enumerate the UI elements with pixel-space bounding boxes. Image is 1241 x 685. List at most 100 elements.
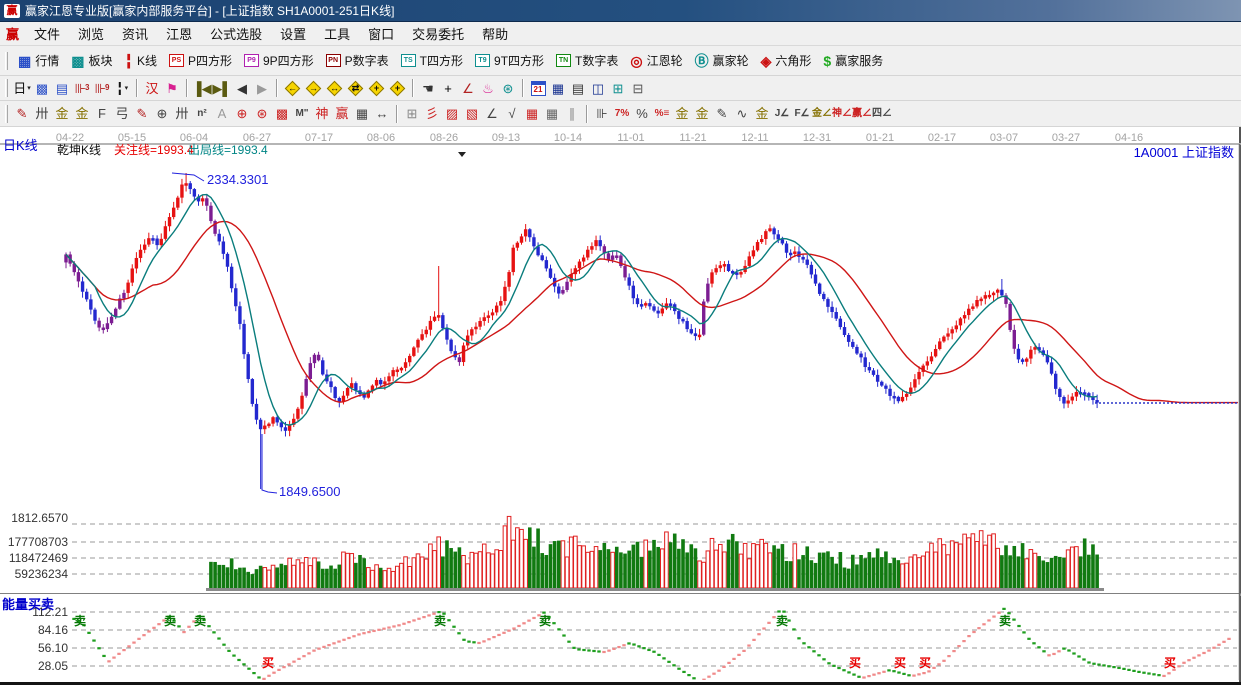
menu-window[interactable]: 窗口 bbox=[359, 22, 403, 45]
toolbar-t-square-button[interactable]: TS T四方形 bbox=[395, 49, 469, 73]
toolbar-compress-all-diamond-button[interactable]: + bbox=[388, 79, 407, 98]
toolbar-fib-f-lines-button[interactable]: F bbox=[92, 104, 112, 124]
toolbar-network-pc-button[interactable]: ⊞ bbox=[608, 78, 628, 98]
toolbar-red-cycle-button[interactable]: ⊕ bbox=[232, 104, 252, 124]
toolbar-circle-cycle-button[interactable]: ⊕ bbox=[152, 104, 172, 124]
toolbar-step-right-button[interactable]: ▶ bbox=[252, 78, 272, 98]
menu-gann[interactable]: 江恩 bbox=[157, 22, 201, 45]
toolbar-teal-web-button[interactable]: ⊛ bbox=[498, 78, 518, 98]
toolbar-quotes-button[interactable]: ▦ 行情 bbox=[12, 49, 65, 73]
toolbar-check-wave-button[interactable]: √ bbox=[502, 104, 522, 124]
toolbar-percent-button[interactable]: % bbox=[632, 104, 652, 124]
toolbar-spider-web-button[interactable]: ⊛ bbox=[252, 104, 272, 124]
toolbar-percent-lines-button[interactable]: %≡ bbox=[652, 104, 672, 124]
menu-formula-stock-pick[interactable]: 公式选股 bbox=[201, 22, 271, 45]
toolbar-hexagon-button[interactable]: ◈ 六角形 bbox=[755, 49, 818, 73]
toolbar-j-angle-button[interactable]: J∠ bbox=[772, 104, 792, 124]
toolbar-n-square-button[interactable]: n² bbox=[192, 104, 212, 124]
toolbar-step-left-button[interactable]: ◀ bbox=[232, 78, 252, 98]
toolbar-shen-tool-button[interactable]: 神 bbox=[312, 104, 332, 124]
menu-news[interactable]: 资讯 bbox=[113, 22, 157, 45]
toolbar-save-floppy-button[interactable]: ◫ bbox=[588, 78, 608, 98]
toolbar-box-select-button[interactable]: ⊞ bbox=[402, 104, 422, 124]
toolbar-calculator-button[interactable]: ▦ bbox=[548, 78, 568, 98]
toolbar-pan-hand-button[interactable]: ☚ bbox=[418, 78, 438, 98]
toolbar-sectors-button[interactable]: ▩ 板块 bbox=[65, 49, 118, 73]
toolbar-winner-service-button[interactable]: $ 赢家服务 bbox=[817, 49, 889, 73]
toolbar-p-number-table-button[interactable]: PN P数字表 bbox=[320, 49, 395, 73]
toolbar-gann-comb-button[interactable]: 卅 bbox=[32, 104, 52, 124]
toolbar-gold-underline-button[interactable]: 金 bbox=[692, 104, 712, 124]
step-left-icon: ◀ bbox=[237, 80, 247, 96]
toolbar-han-tool-button[interactable]: 汉 bbox=[142, 78, 162, 98]
toolbar-m-wave-button[interactable]: M" bbox=[292, 104, 312, 124]
toolbar-pen-tool-button[interactable]: ✎ bbox=[12, 104, 32, 124]
toolbar-fan-rays-button[interactable]: 彡 bbox=[422, 104, 442, 124]
toolbar-nine-line-chart-button[interactable]: ⊪ 9 bbox=[92, 78, 112, 98]
toolbar-p-square-button[interactable]: PS P四方形 bbox=[163, 49, 238, 73]
toolbar-gold-angle-button[interactable]: 金∠ bbox=[812, 104, 832, 124]
toolbar-parallel-lines-button[interactable]: ∥ bbox=[562, 104, 582, 124]
menu-browse[interactable]: 浏览 bbox=[69, 22, 113, 45]
toolbar-candle-edit-button[interactable]: ✎ bbox=[712, 104, 732, 124]
toolbar-kline-period-selector-button[interactable]: 日 ▾ bbox=[12, 78, 32, 98]
toolbar-comb-b-button[interactable]: 卅 bbox=[172, 104, 192, 124]
toolbar-wave-a-button[interactable]: ∿ bbox=[732, 104, 752, 124]
toolbar-crosshair-button[interactable]: + bbox=[438, 78, 458, 98]
toolbar-ying-tool-button[interactable]: 赢 bbox=[332, 104, 352, 124]
menu-tools[interactable]: 工具 bbox=[315, 22, 359, 45]
toolbar-winner-wheel-button[interactable]: Ⓑ 赢家轮 bbox=[689, 49, 755, 73]
toolbar-ying-angle-button[interactable]: 赢∠ bbox=[852, 104, 872, 124]
toolbar-gann-wheel-button[interactable]: ◎ 江恩轮 bbox=[624, 49, 688, 73]
toolbar-jump-last-button[interactable]: ▶▌ bbox=[212, 78, 232, 98]
winner-service-icon: $ bbox=[823, 52, 832, 69]
toolbar-compress-h-diamond-button[interactable]: ⇄ bbox=[346, 79, 365, 98]
toolbar-candle-style-selector-button[interactable]: ╏ ▾ bbox=[112, 78, 132, 98]
menu-settings[interactable]: 设置 bbox=[271, 22, 315, 45]
menu-file[interactable]: 文件 bbox=[25, 22, 69, 45]
toolbar-gold-line-b-button[interactable]: 金 bbox=[72, 104, 92, 124]
toolbar-jump-first-button[interactable]: ▐◀ bbox=[192, 78, 212, 98]
toolbar-three-line-chart-button[interactable]: ⊪ 3 bbox=[72, 78, 92, 98]
toolbar-brush-tool-button[interactable]: ✎ bbox=[132, 104, 152, 124]
toolbar-calendar-button[interactable]: 21 bbox=[528, 78, 548, 98]
toolbar-color-flag-button[interactable]: ⚑ bbox=[162, 78, 182, 98]
toolbar-gold-line-a-button[interactable]: 金 bbox=[52, 104, 72, 124]
toolbar-shen-angle-button[interactable]: 神∠ bbox=[832, 104, 852, 124]
toolbar-width-measure-button[interactable]: ↔ bbox=[372, 104, 392, 124]
toolbar-zoom-right-diamond-button[interactable]: → bbox=[304, 79, 323, 98]
toolbar-report-notes-button[interactable]: ▤ bbox=[568, 78, 588, 98]
toolbar-expand-h-diamond-button[interactable]: ↔ bbox=[325, 79, 344, 98]
toolbar-info-panel-button[interactable]: ▤ bbox=[52, 78, 72, 98]
toolbar-expand-all-diamond-button[interactable]: + bbox=[367, 79, 386, 98]
toolbar-kline-button[interactable]: ╏ K线 bbox=[119, 49, 163, 73]
toolbar-shade-grid-button[interactable]: ▧ bbox=[462, 104, 482, 124]
toolbar-scale-ruler-button[interactable]: ⊪ bbox=[592, 104, 612, 124]
toolbar-9t-square-button[interactable]: T9 9T四方形 bbox=[469, 49, 550, 73]
toolbar-seven-percent-button[interactable]: 7% bbox=[612, 104, 632, 124]
toolbar-gold-circle-button[interactable]: 金 bbox=[672, 104, 692, 124]
toolbar-angle-measure-button[interactable]: ∠ bbox=[458, 78, 478, 98]
toolbar-number-grid-button[interactable]: ▦ bbox=[352, 104, 372, 124]
menu-help[interactable]: 帮助 bbox=[473, 22, 517, 45]
zoom-right-diamond-arrow: → bbox=[309, 82, 318, 93]
toolbar-ray-grid-button[interactable]: ▨ bbox=[442, 104, 462, 124]
chart-canvas[interactable]: 04-22 05-15 06-04 06-27 07-17 08-06 08-26 09-13… bbox=[0, 127, 1241, 680]
toolbar-zoom-left-diamond-button[interactable]: ← bbox=[283, 79, 302, 98]
toolbar-gold-underline-2-button[interactable]: 金 bbox=[752, 104, 772, 124]
toolbar-four-angle-button[interactable]: 四∠ bbox=[872, 104, 892, 124]
toolbar-f-angle-button[interactable]: F∠ bbox=[792, 104, 812, 124]
toolbar-dark-grid-button[interactable]: ▦ bbox=[542, 104, 562, 124]
toolbar-printer-button[interactable]: ⊟ bbox=[628, 78, 648, 98]
toolbar-gann-window-tool-button[interactable]: ▩ bbox=[32, 78, 52, 98]
toolbar-mirror-a-button[interactable]: A bbox=[212, 104, 232, 124]
menu-trade-entrust[interactable]: 交易委托 bbox=[403, 22, 473, 45]
chart-area[interactable]: 04-22 05-15 06-04 06-27 07-17 08-06 08-26 09-13… bbox=[0, 127, 1241, 682]
toolbar-9p-square-button[interactable]: P9 9P四方形 bbox=[238, 49, 320, 73]
toolbar-angle-line-button[interactable]: ∠ bbox=[482, 104, 502, 124]
toolbar-pink-board-button[interactable]: ♨ bbox=[478, 78, 498, 98]
toolbar-red-grid-button[interactable]: ▦ bbox=[522, 104, 542, 124]
toolbar-t-number-table-button[interactable]: TN T数字表 bbox=[550, 49, 624, 73]
toolbar-web-grid-button[interactable]: ▩ bbox=[272, 104, 292, 124]
toolbar-arc-tool-button[interactable]: 弓 bbox=[112, 104, 132, 124]
